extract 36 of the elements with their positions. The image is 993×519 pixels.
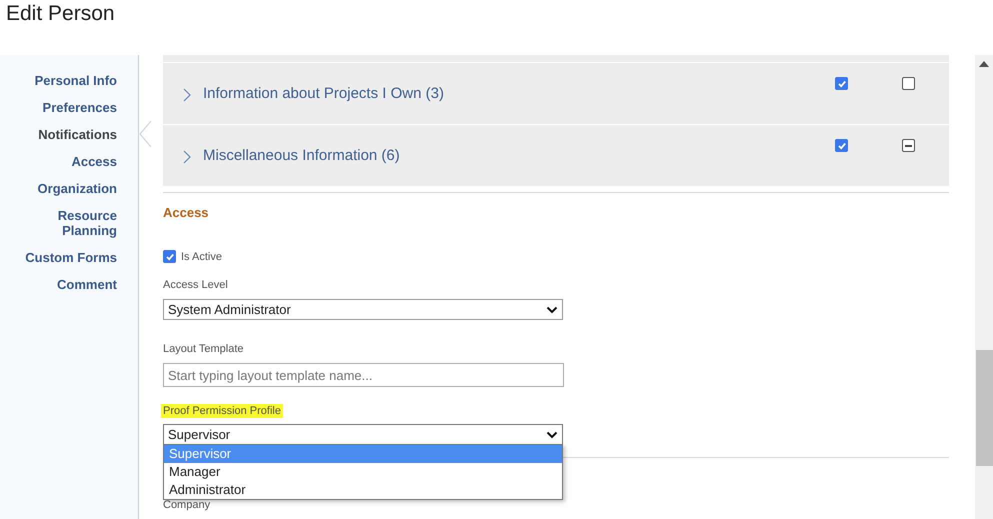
sidebar-item[interactable]: Comment — [17, 277, 117, 292]
group-title: Information about Projects I Own (3) — [203, 84, 444, 104]
field-label: Company — [163, 499, 210, 512]
sidebar-item[interactable]: Preferences — [17, 100, 117, 115]
chevron-right-icon[interactable] — [183, 150, 191, 164]
field-label: Layout Template — [163, 343, 244, 356]
field-label: Proof Permission Profile — [161, 404, 283, 418]
checkbox[interactable] — [835, 139, 848, 152]
checkbox-label: Is Active — [181, 251, 222, 263]
scrollbar-thumb[interactable] — [976, 350, 992, 466]
chevron-right-icon[interactable] — [183, 88, 191, 102]
section-heading: Access — [163, 205, 209, 220]
chevron-down-icon — [546, 306, 558, 314]
group-title: Miscellaneous Information (6) — [203, 146, 400, 166]
sidebar-item[interactable]: Notifications — [17, 127, 117, 142]
page-title: Edit Person — [6, 1, 115, 27]
sidebar-item[interactable]: Custom Forms — [17, 250, 117, 265]
checkbox[interactable] — [902, 139, 915, 152]
checkbox[interactable] — [835, 77, 848, 90]
layout-template-field[interactable]: Start typing layout template name... — [163, 363, 564, 387]
notification-group-row[interactable]: Information about Projects I Own (3) — [163, 62, 949, 124]
sidebar-item[interactable]: Organization — [17, 181, 117, 196]
scroll-up-icon[interactable] — [979, 61, 989, 67]
sidebar-item[interactable]: Resource Planning — [17, 208, 117, 238]
notification-group-row[interactable]: Miscellaneous Information (6) — [163, 124, 949, 186]
scrollbar[interactable] — [975, 55, 993, 519]
sidebar-item[interactable]: Personal Info — [17, 73, 117, 88]
dropdown-option[interactable]: Supervisor — [164, 445, 562, 463]
dropdown-option[interactable]: Manager — [164, 463, 562, 481]
checkbox[interactable] — [902, 77, 915, 90]
checkbox[interactable] — [163, 250, 176, 263]
dropdown-option[interactable]: Administrator — [164, 481, 562, 499]
sidebar-item[interactable]: Access — [17, 154, 117, 169]
field-label: Access Level — [163, 279, 228, 292]
access-level-select[interactable]: System Administrator — [163, 299, 563, 320]
chevron-down-icon — [546, 430, 558, 438]
